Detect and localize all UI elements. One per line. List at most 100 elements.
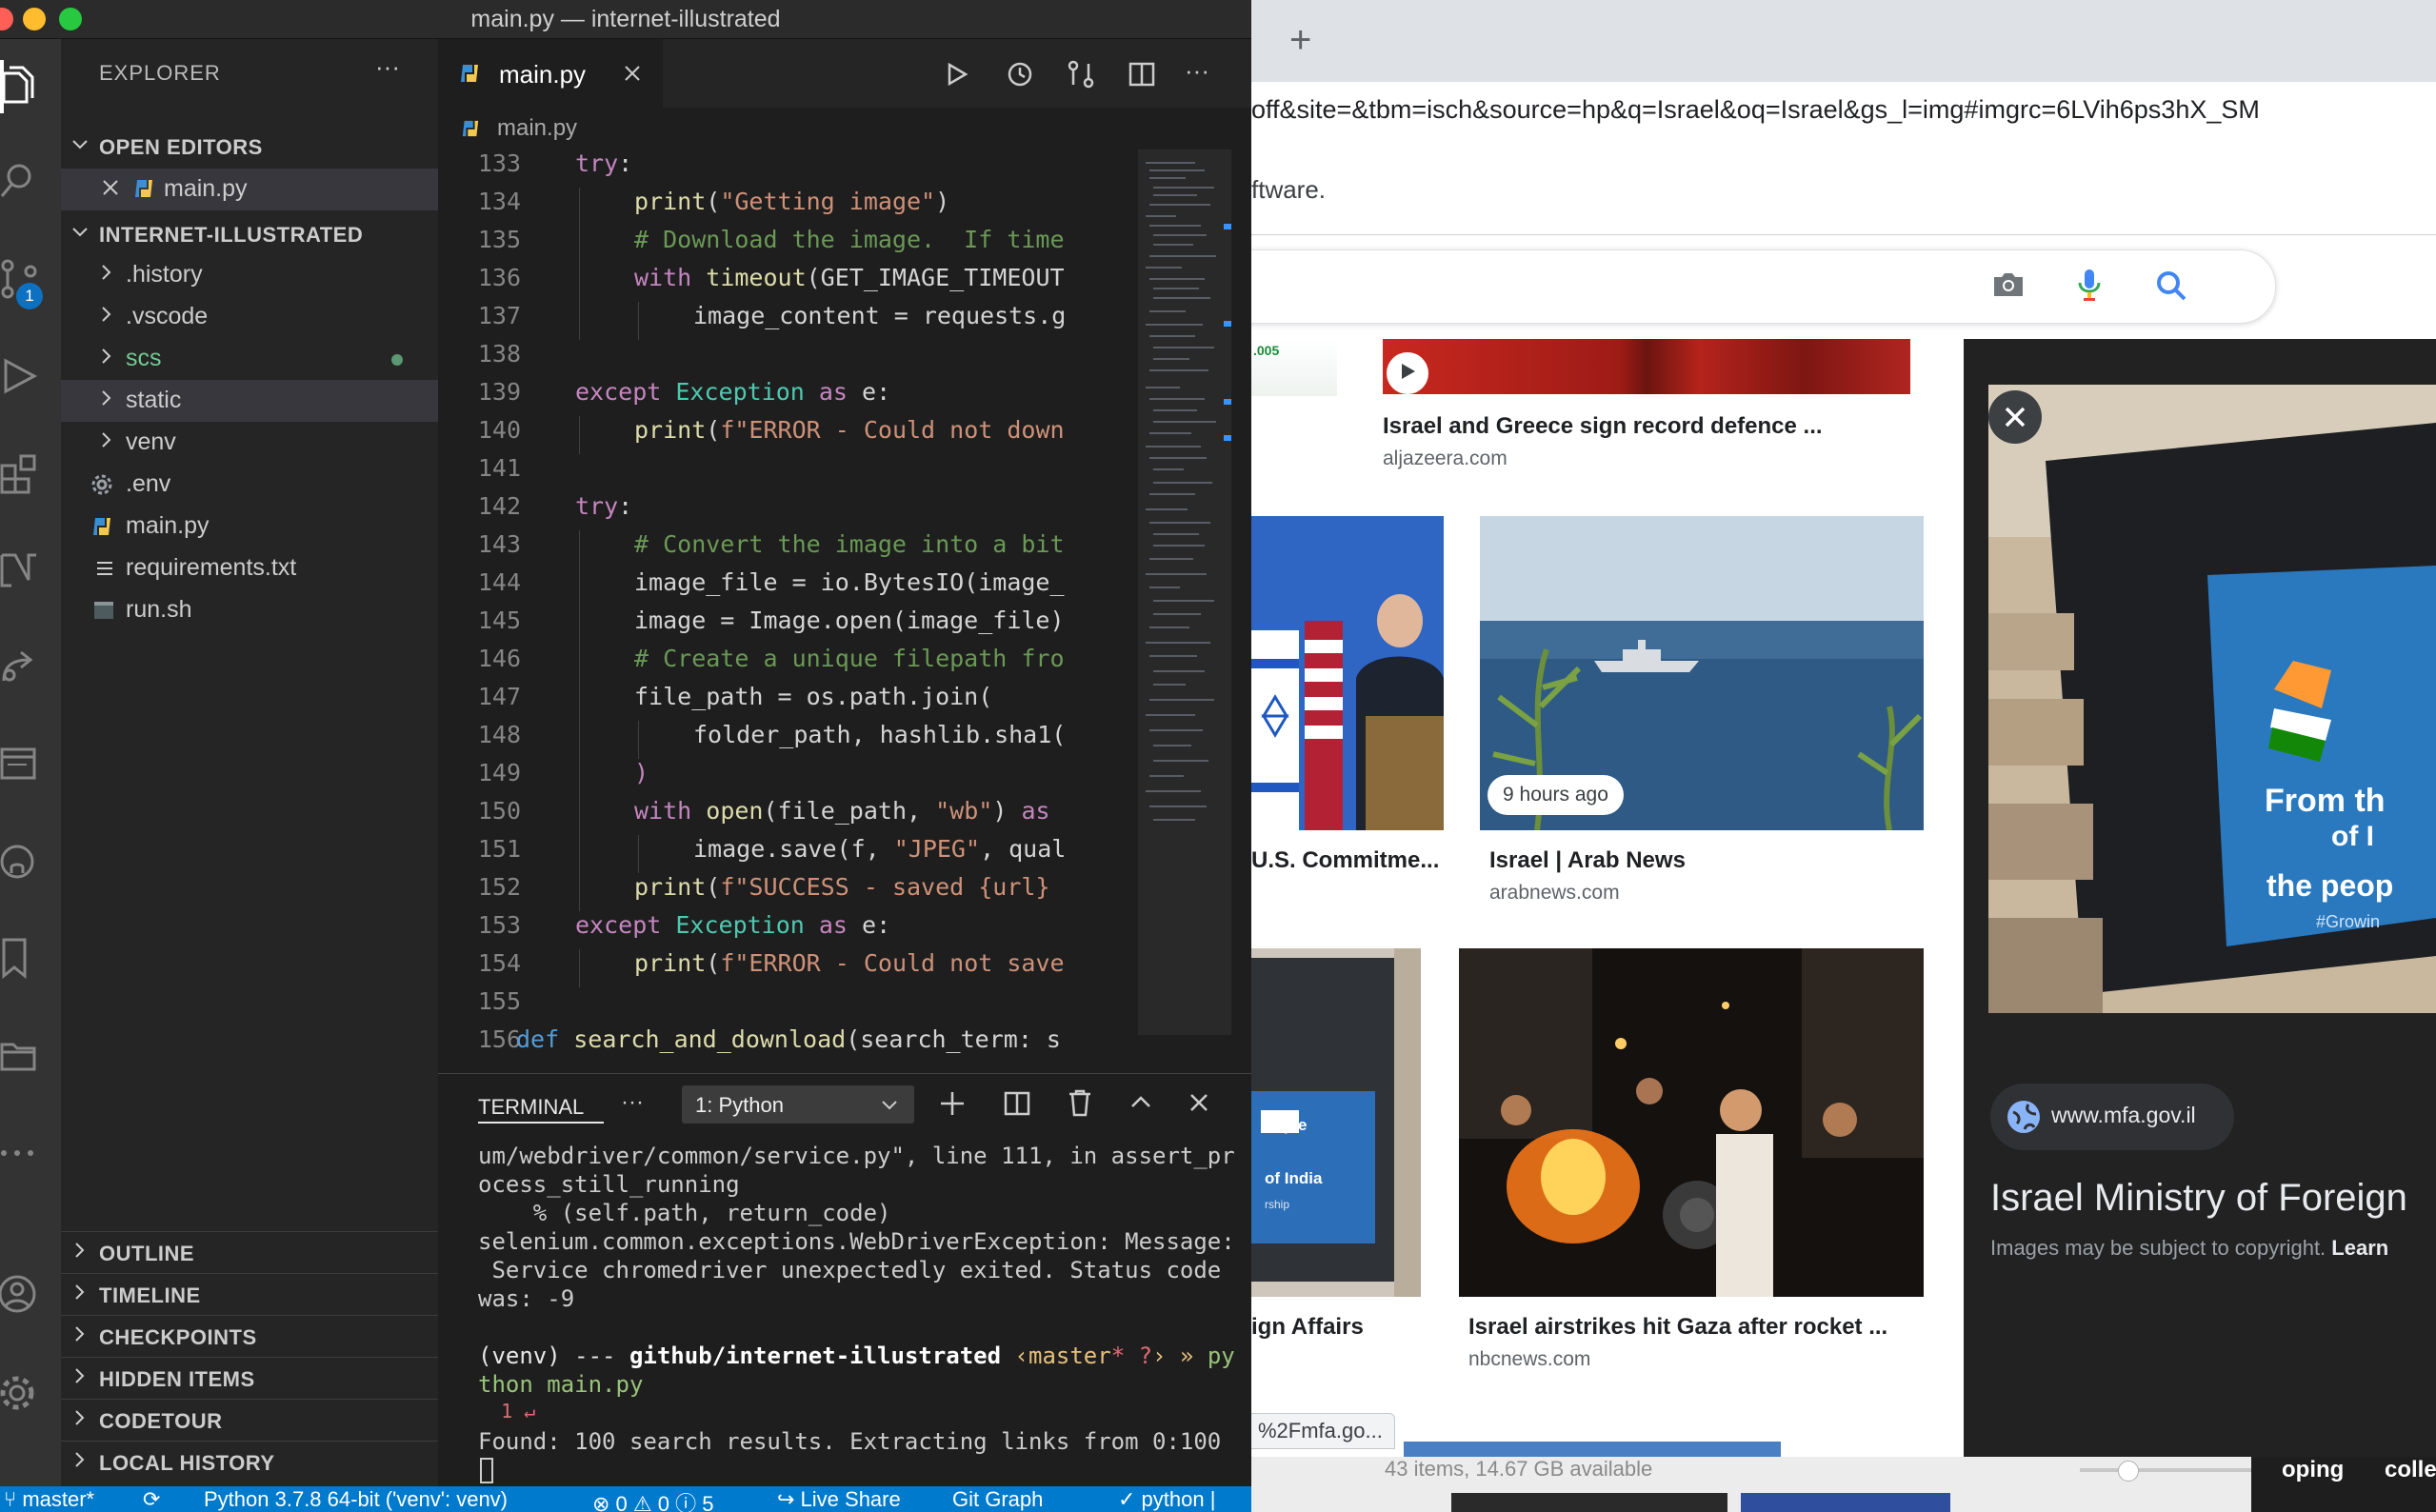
preview-title[interactable]: Israel Ministry of Foreign xyxy=(1990,1177,2407,1220)
result-title[interactable]: U.S. Commitme... xyxy=(1251,847,1439,874)
tree-item-main-py[interactable]: main.py xyxy=(61,506,438,547)
code-view[interactable]: 133 try: 134 print("Getting image") 135 # Dow… xyxy=(438,149,1138,1073)
history-icon[interactable] xyxy=(1006,60,1034,89)
tree-item-venv[interactable]: venv xyxy=(61,422,438,464)
tree-label: main.py xyxy=(126,512,210,539)
result-thumb-gaza[interactable] xyxy=(1459,948,1924,1297)
address-bar[interactable]: off&site=&tbm=isch&source=hp&q=Israel&oq… xyxy=(1251,82,2436,144)
result-title[interactable]: Israel airstrikes hit Gaza after rocket … xyxy=(1468,1314,1887,1341)
terminal-shell-select[interactable]: 1: Python xyxy=(682,1085,914,1124)
live-share-status[interactable]: ↪ Live Share xyxy=(777,1487,901,1512)
branch-status[interactable]: ⑂ master* xyxy=(4,1487,94,1512)
code-token: image.save(f, xyxy=(693,835,894,863)
code-line: 153 except Exception as e: xyxy=(438,911,1138,949)
play-video-icon[interactable] xyxy=(1387,352,1428,394)
code-token: as xyxy=(818,378,863,406)
result-thumb-netanyahu[interactable] xyxy=(1251,516,1444,830)
result-thumb-aid[interactable]: eople of India rship xyxy=(1251,948,1421,1297)
files-icon[interactable] xyxy=(0,66,42,108)
camera-icon[interactable] xyxy=(1991,269,2026,300)
code-line: 135 # Download the image. If time xyxy=(438,226,1138,264)
search-icon[interactable] xyxy=(0,161,42,203)
finder-size-slider[interactable] xyxy=(2080,1468,2251,1472)
remote-explorer-icon[interactable] xyxy=(0,744,42,786)
line-content: try: xyxy=(575,149,632,177)
terminal-tab[interactable]: TERMINAL xyxy=(478,1095,584,1120)
url-text[interactable]: off&site=&tbm=isch&source=hp&q=Israel&oq… xyxy=(1251,95,2260,125)
settings-gear-icon[interactable] xyxy=(0,1372,42,1414)
chevron-right-icon xyxy=(70,1283,90,1302)
result-source[interactable]: aljazeera.com xyxy=(1383,448,1508,470)
codetour-section[interactable]: CODETOUR xyxy=(61,1399,438,1442)
language-status[interactable]: ✓ python | xyxy=(1118,1487,1215,1512)
new-tab-button[interactable]: + xyxy=(1289,19,1311,62)
hidden-items-section[interactable]: HIDDEN ITEMS xyxy=(61,1357,438,1400)
project-section[interactable]: INTERNET-ILLUSTRATED xyxy=(61,214,438,256)
outline-section[interactable]: OUTLINE xyxy=(61,1231,438,1274)
close-icon[interactable] xyxy=(101,178,120,197)
new-terminal-icon[interactable] xyxy=(939,1090,966,1117)
tree-item-env[interactable]: .env xyxy=(61,464,438,506)
microphone-icon[interactable] xyxy=(2077,268,2102,304)
github-icon[interactable] xyxy=(0,841,42,883)
result-thumb-ship[interactable]: 9 hours ago xyxy=(1480,516,1924,830)
source-site-chip[interactable]: www.mfa.gov.il xyxy=(1990,1084,2234,1150)
editor-more-button[interactable]: ··· xyxy=(1185,56,1209,86)
sync-icon[interactable]: ⟳ xyxy=(143,1487,160,1512)
live-share-icon[interactable] xyxy=(0,647,42,688)
terminal-more-button[interactable]: ··· xyxy=(621,1089,644,1116)
minimap[interactable] xyxy=(1138,149,1231,1073)
result-source[interactable]: arabnews.com xyxy=(1489,882,1620,905)
result-thumb-greece[interactable] xyxy=(1383,339,1910,394)
learn-more-link[interactable]: Learn xyxy=(2331,1236,2388,1260)
folder-icon[interactable] xyxy=(0,1035,42,1077)
search-icon[interactable] xyxy=(2155,269,2187,302)
open-editor-item[interactable]: main.py xyxy=(61,169,438,210)
tree-item-scs[interactable]: scs xyxy=(61,338,438,380)
result-title[interactable]: ign Affairs xyxy=(1251,1314,1364,1341)
close-icon[interactable] xyxy=(623,64,642,83)
timeline-section[interactable]: TIMELINE xyxy=(61,1273,438,1316)
git-graph-status[interactable]: Git Graph xyxy=(952,1487,1043,1512)
explorer-more-button[interactable]: ··· xyxy=(375,52,400,82)
more-icon[interactable] xyxy=(0,1132,42,1174)
finder-slider-thumb[interactable] xyxy=(2118,1461,2139,1482)
tree-item-run-sh[interactable]: run.sh xyxy=(61,589,438,631)
close-icon[interactable] xyxy=(1188,1092,1209,1113)
extensions-icon[interactable] xyxy=(0,452,42,494)
close-preview-button[interactable] xyxy=(1988,390,2042,444)
run-debug-icon[interactable] xyxy=(0,355,42,397)
split-terminal-icon[interactable] xyxy=(1004,1090,1030,1117)
run-icon[interactable] xyxy=(945,62,969,87)
trash-icon[interactable] xyxy=(1067,1088,1093,1117)
open-editors-section[interactable]: OPEN EDITORS xyxy=(61,127,438,169)
tree-item-vscode[interactable]: .vscode xyxy=(61,296,438,338)
python-interpreter[interactable]: Python 3.7.8 64-bit ('venv': venv) xyxy=(204,1487,508,1512)
local-history-section[interactable]: LOCAL HISTORY xyxy=(61,1441,438,1483)
compare-changes-icon[interactable] xyxy=(1067,60,1095,89)
line-number: 149 xyxy=(477,759,521,786)
chevron-up-icon[interactable] xyxy=(1129,1092,1152,1113)
chevron-right-icon xyxy=(70,1408,90,1427)
problems-status[interactable]: ⊗ 0 ⚠ 0 ⓘ 5 xyxy=(592,1487,713,1512)
result-title[interactable]: Israel and Greece sign record defence ..… xyxy=(1383,413,1823,440)
tree-item-static[interactable]: static xyxy=(61,380,438,422)
accounts-icon[interactable] xyxy=(0,1273,42,1315)
indent-guide xyxy=(579,759,580,797)
split-editor-icon[interactable] xyxy=(1128,60,1156,89)
explorer-sidebar: EXPLORER ··· OPEN EDITORS main.py INTERN… xyxy=(61,39,438,1486)
tab-main-py[interactable]: main.py xyxy=(438,39,663,108)
google-search-box[interactable] xyxy=(1251,249,2276,324)
notebook-icon[interactable] xyxy=(0,549,42,591)
bookmark-icon[interactable] xyxy=(0,938,42,980)
result-title[interactable]: Israel | Arab News xyxy=(1489,847,1686,874)
result-source[interactable]: nbcnews.com xyxy=(1468,1348,1590,1371)
preview-image[interactable]: From th of I the peop #Growin xyxy=(1988,385,2436,1013)
tree-item-history[interactable]: .history xyxy=(61,254,438,296)
checkpoints-section[interactable]: CHECKPOINTS xyxy=(61,1315,438,1358)
breadcrumb-file[interactable]: main.py xyxy=(497,115,577,142)
tree-item-requirements[interactable]: requirements.txt xyxy=(61,547,438,589)
finder-item-strip xyxy=(1451,1493,1727,1512)
result-thumb-partial[interactable]: .005 xyxy=(1251,339,1337,396)
finder-label: colle xyxy=(2385,1457,2436,1482)
